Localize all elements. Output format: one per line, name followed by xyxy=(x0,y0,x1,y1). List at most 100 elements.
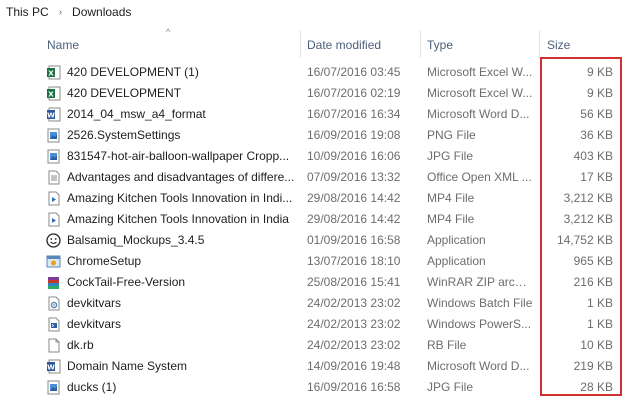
file-row[interactable]: ChromeSetup 13/07/2016 18:10 Application 96… xyxy=(0,251,640,272)
file-name: dk.rb xyxy=(67,338,94,352)
file-name: 831547-hot-air-balloon-wallpaper Cropp..… xyxy=(67,149,290,163)
file-row[interactable]: W Domain Name System 14/09/2016 19:48 Micro… xyxy=(0,356,640,377)
file-type: MP4 File xyxy=(427,212,475,226)
column-header-type[interactable]: Type xyxy=(427,38,453,52)
partial-row-cutoff xyxy=(46,398,616,402)
video-icon xyxy=(46,212,61,227)
file-name: ducks (1) xyxy=(67,380,117,394)
setup-app-icon xyxy=(46,254,61,269)
file-row[interactable]: 2526.SystemSettings 16/09/2016 19:08 PNG F… xyxy=(0,125,640,146)
file-date-modified: 24/02/2013 23:02 xyxy=(307,338,401,352)
file-row[interactable]: dk.rb 24/02/2013 23:02 RB File 10 KB xyxy=(0,335,640,356)
file-size: 219 KB xyxy=(573,359,613,373)
file-name: 2014_04_msw_a4_format xyxy=(67,107,206,121)
file-name: 420 DEVELOPMENT xyxy=(67,86,182,100)
file-size: 3,212 KB xyxy=(563,191,613,205)
file-name: Amazing Kitchen Tools Innovation in Indi… xyxy=(67,212,289,226)
blank-file-icon xyxy=(46,338,61,353)
file-date-modified: 24/02/2013 23:02 xyxy=(307,296,401,310)
column-divider[interactable] xyxy=(300,30,301,58)
column-header-size[interactable]: Size xyxy=(547,38,570,52)
file-size: 17 KB xyxy=(580,170,613,184)
file-size: 36 KB xyxy=(580,128,613,142)
file-size: 56 KB xyxy=(580,107,613,121)
file-date-modified: 16/07/2016 03:45 xyxy=(307,65,401,79)
svg-text:X: X xyxy=(48,91,54,99)
document-icon xyxy=(46,170,61,185)
file-date-modified: 16/07/2016 16:34 xyxy=(307,107,401,121)
file-size: 1 KB xyxy=(586,296,613,310)
excel-icon: X xyxy=(46,86,61,101)
file-row[interactable]: devkitvars 24/02/2013 23:02 Windows Batch … xyxy=(0,293,640,314)
file-size: 403 KB xyxy=(573,149,613,163)
breadcrumb-downloads[interactable]: Downloads xyxy=(68,5,135,19)
file-date-modified: 16/07/2016 02:19 xyxy=(307,86,401,100)
file-type: PNG File xyxy=(427,128,476,142)
file-row[interactable]: Balsamiq_Mockups_3.4.5 01/09/2016 16:58 Ap… xyxy=(0,230,640,251)
file-size: 3,212 KB xyxy=(563,212,613,226)
file-name: ChromeSetup xyxy=(67,254,142,268)
file-row[interactable]: devkitvars 24/02/2013 23:02 Windows PowerS… xyxy=(0,314,640,335)
file-size: 1 KB xyxy=(586,317,613,331)
file-name: 2526.SystemSettings xyxy=(67,128,181,142)
file-name: CockTail-Free-Version xyxy=(67,275,186,289)
column-headers: ^ Name Date modified Type Size xyxy=(0,24,640,62)
file-date-modified: 16/09/2016 16:58 xyxy=(307,380,401,394)
file-date-modified: 24/02/2013 23:02 xyxy=(307,317,401,331)
file-row[interactable]: 831547-hot-air-balloon-wallpaper Cropp..… xyxy=(0,146,640,167)
file-list: X 420 DEVELOPMENT (1) 16/07/2016 03:45 Micr… xyxy=(0,62,640,398)
file-row[interactable]: W 2014_04_msw_a4_format 16/07/2016 16:34 Mi… xyxy=(0,104,640,125)
file-row[interactable]: Advantages and disadvantages of differe.… xyxy=(0,167,640,188)
file-type: Microsoft Excel W... xyxy=(427,86,533,100)
file-type: Microsoft Excel W... xyxy=(427,65,533,79)
file-row[interactable]: CockTail-Free-Version 25/08/2016 15:41 Win… xyxy=(0,272,640,293)
column-header-date-modified[interactable]: Date modified xyxy=(307,38,381,52)
word-icon: W xyxy=(46,359,61,374)
file-row[interactable]: Amazing Kitchen Tools Innovation in Indi… xyxy=(0,188,640,209)
file-type: Microsoft Word D... xyxy=(427,107,530,121)
file-name: Balsamiq_Mockups_3.4.5 xyxy=(67,233,205,247)
image-icon xyxy=(46,380,61,395)
file-type: Windows Batch File xyxy=(427,296,533,310)
svg-text:W: W xyxy=(47,112,55,120)
image-icon xyxy=(46,149,61,164)
batch-file-icon xyxy=(46,296,61,311)
file-name: 420 DEVELOPMENT (1) xyxy=(67,65,199,79)
file-name: Amazing Kitchen Tools Innovation in Indi… xyxy=(67,191,293,205)
smiley-app-icon xyxy=(46,233,61,248)
file-type: RB File xyxy=(427,338,467,352)
archive-icon xyxy=(46,275,61,290)
file-size: 28 KB xyxy=(580,380,613,394)
file-row[interactable]: X 420 DEVELOPMENT (1) 16/07/2016 03:45 Micr… xyxy=(0,62,640,83)
file-row[interactable]: ducks (1) 16/09/2016 16:58 JPG File 28 KB xyxy=(0,377,640,398)
excel-icon: X xyxy=(46,65,61,80)
file-type: JPG File xyxy=(427,149,474,163)
breadcrumb: This PC › Downloads xyxy=(0,0,640,25)
video-icon xyxy=(46,191,61,206)
file-type: Microsoft Word D... xyxy=(427,359,530,373)
file-size: 9 KB xyxy=(586,86,613,100)
file-name: Advantages and disadvantages of differe.… xyxy=(67,170,295,184)
file-type: Office Open XML ... xyxy=(427,170,532,184)
file-row[interactable]: X 420 DEVELOPMENT 16/07/2016 02:19 Microsof… xyxy=(0,83,640,104)
file-date-modified: 14/09/2016 19:48 xyxy=(307,359,401,373)
file-date-modified: 13/07/2016 18:10 xyxy=(307,254,401,268)
file-type: Application xyxy=(427,254,486,268)
column-divider[interactable] xyxy=(420,30,421,58)
image-icon xyxy=(46,128,61,143)
file-date-modified: 01/09/2016 16:58 xyxy=(307,233,401,247)
svg-text:X: X xyxy=(48,70,54,78)
file-type: Windows PowerS... xyxy=(427,317,532,331)
file-type: Application xyxy=(427,233,486,247)
file-type: JPG File xyxy=(427,380,474,394)
file-size: 9 KB xyxy=(586,65,613,79)
file-date-modified: 25/08/2016 15:41 xyxy=(307,275,401,289)
powershell-icon xyxy=(46,317,61,332)
column-divider[interactable] xyxy=(539,30,540,58)
column-header-name[interactable]: Name xyxy=(47,38,79,52)
breadcrumb-this-pc[interactable]: This PC xyxy=(0,5,53,19)
word-icon: W xyxy=(46,107,61,122)
svg-text:W: W xyxy=(47,364,55,372)
file-row[interactable]: Amazing Kitchen Tools Innovation in Indi… xyxy=(0,209,640,230)
file-size: 14,752 KB xyxy=(556,233,613,247)
